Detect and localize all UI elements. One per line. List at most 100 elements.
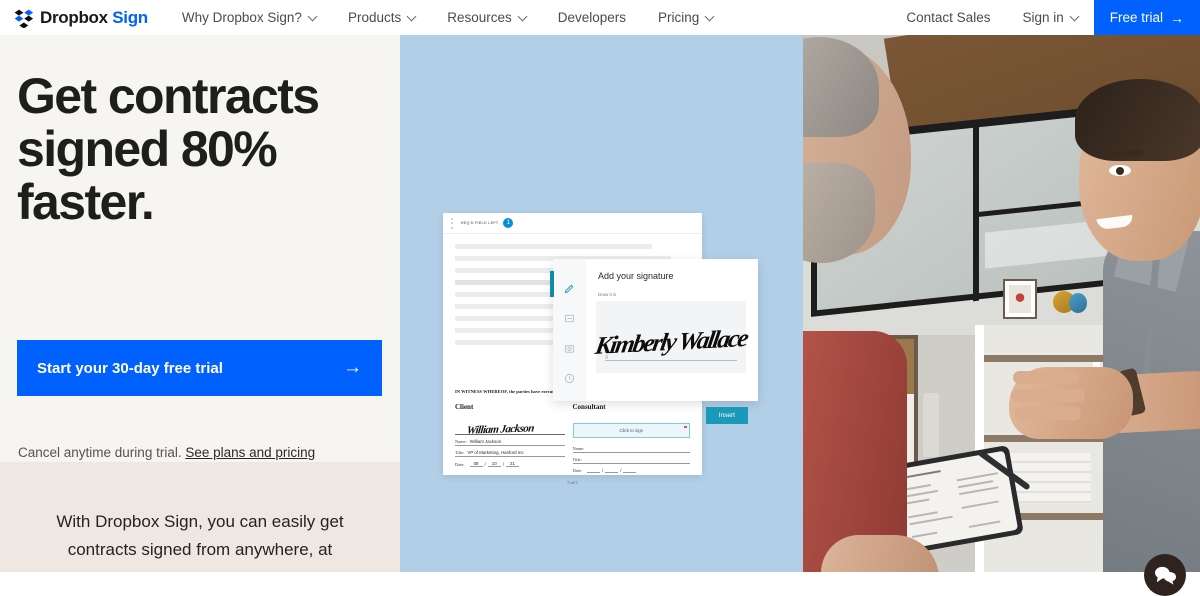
consultant-date-field[interactable]: Date: / / [573, 468, 691, 473]
contact-sales-link[interactable]: Contact Sales [890, 0, 1006, 35]
client-date-field: Date: 08 / 10 / 21 [455, 461, 565, 467]
brand-logo[interactable]: Dropbox Sign [14, 8, 148, 28]
cta-label: Start your 30-day free trial [37, 359, 223, 377]
nav-label: Pricing [658, 10, 700, 25]
text-line [455, 244, 653, 249]
field-label: Title: [572, 457, 582, 462]
nav-item-why-dropbox-sign[interactable]: Why Dropbox Sign? [166, 0, 332, 35]
signature-canvas-area: Add your signature Draw it in Kimberly W… [586, 259, 758, 424]
chevron-down-icon [307, 11, 318, 21]
date-day: 10 [487, 461, 501, 467]
date-month [587, 472, 601, 473]
chevron-down-icon [406, 11, 417, 21]
document-signature-section: IN WITNESS WHEREOF, the parties have exe… [443, 389, 702, 485]
client-signature-block: Client William Jackson Name: William Jac… [455, 403, 573, 473]
free-trial-button[interactable]: Free trial → [1093, 0, 1200, 35]
photo-person-right-pupil [1116, 167, 1124, 175]
drawn-signature: Kimberly Wallace [593, 325, 749, 360]
nav-item-pricing[interactable]: Pricing [642, 0, 729, 35]
click-to-sign-button[interactable]: Click to sign [572, 423, 690, 438]
consultant-title-field[interactable]: Title: [572, 457, 690, 464]
required-marker-icon [684, 425, 687, 429]
field-label: Date: [455, 462, 465, 467]
dropbox-logo-icon [14, 9, 34, 28]
page-title: Get contracts signed 80% faster. [17, 68, 320, 230]
client-title-field: Title: VP of Marketing, Hanford Inc [455, 450, 565, 457]
clock-icon[interactable] [553, 363, 586, 393]
brand-primary: Dropbox [40, 7, 108, 27]
drag-handle-icon [451, 217, 454, 229]
hero-photo [803, 35, 1200, 572]
chevron-down-icon [517, 11, 528, 21]
consultant-signature-block: Consultant Click to sign Name: Title: Da… [572, 403, 691, 473]
disclaimer-text: Cancel anytime during trial. [18, 445, 186, 460]
primary-nav-links: Why Dropbox Sign? Products Resources Dev… [166, 0, 729, 35]
chevron-down-icon [704, 11, 715, 21]
nav-item-developers[interactable]: Developers [542, 0, 642, 35]
free-trial-label: Free trial [1109, 10, 1163, 25]
start-free-trial-button[interactable]: Start your 30-day free trial → [17, 340, 382, 396]
photo-decor-vase [1069, 293, 1087, 313]
arrow-right-icon: → [1170, 9, 1184, 26]
date-year [623, 472, 637, 473]
sign-in-label: Sign in [1022, 10, 1064, 25]
field-label: Name: [455, 439, 467, 444]
signature-draw-pad[interactable]: Kimberly Wallace X [593, 301, 749, 373]
contact-sales-label: Contact Sales [906, 10, 991, 25]
field-label: Name: [572, 446, 585, 451]
nav-label: Why Dropbox Sign? [181, 10, 302, 25]
consultant-name-field[interactable]: Name: [572, 446, 690, 453]
active-tool-indicator [550, 271, 554, 297]
page-number: 5 of 5 [567, 480, 578, 485]
add-signature-modal: Add your signature Draw it in Kimberly W… [550, 259, 758, 424]
modal-title: Add your signature [598, 271, 674, 281]
date-year: 21 [505, 461, 519, 467]
click-to-sign-label: Click to sign [619, 428, 644, 433]
photo-person-right-hand [1009, 367, 1133, 439]
see-plans-and-pricing-link[interactable]: See plans and pricing [185, 445, 315, 460]
signature-baseline [605, 360, 737, 361]
field-value: William Jackson [469, 439, 502, 444]
brand-accent: Sign [112, 7, 148, 27]
insert-label: Insert [718, 412, 735, 419]
nav-item-resources[interactable]: Resources [431, 0, 542, 35]
chevron-down-icon [1069, 11, 1080, 21]
client-name-field: Name: William Jackson [455, 439, 565, 446]
required-field-count-badge: 1 [503, 218, 514, 228]
hero-left-panel: Get contracts signed 80% faster. Start y… [0, 35, 400, 572]
brand-wordmark: Dropbox Sign [40, 8, 148, 28]
secondary-nav: Contact Sales Sign in Free trial → [890, 0, 1200, 35]
value-prop-text: With Dropbox Sign, you can easily get co… [56, 512, 344, 559]
arrow-right-icon: → [343, 357, 362, 378]
top-navigation-bar: Dropbox Sign Why Dropbox Sign? Products … [0, 0, 1200, 35]
nav-label: Products [347, 10, 402, 25]
chat-widget-button[interactable] [1144, 554, 1186, 596]
photo-framed-art [1009, 285, 1031, 313]
sign-in-menu[interactable]: Sign in [1006, 0, 1093, 35]
type-icon[interactable] [553, 303, 586, 333]
field-value: VP of Marketing, Hanford Inc [467, 450, 524, 455]
insert-signature-button[interactable]: Insert [705, 407, 748, 424]
trial-disclaimer: Cancel anytime during trial. See plans a… [18, 445, 315, 460]
required-field-label: REQ'D FIELD LEFT [461, 221, 499, 225]
consultant-party-label: Consultant [572, 403, 606, 411]
client-party-label: Client [455, 403, 474, 411]
date-day [605, 472, 619, 473]
hero-middle-panel: REQ'D FIELD LEFT 1 IN WITNESS WHEREOF, t… [400, 35, 803, 572]
nav-label: Developers [557, 10, 627, 25]
chat-bubbles-icon [1155, 566, 1176, 585]
photo-person-left-hair [803, 37, 879, 137]
photo-bottle [923, 393, 939, 457]
field-label: Date: [572, 468, 583, 473]
date-month: 08 [469, 461, 483, 467]
nav-label: Resources [447, 10, 512, 25]
field-label: Title: [455, 450, 465, 455]
document-toolbar: REQ'D FIELD LEFT 1 [443, 213, 702, 234]
hero-copy: Get contracts signed 80% faster. [17, 70, 387, 229]
modal-subtitle: Draw it in [598, 292, 617, 297]
signature-x-marker: X [605, 355, 609, 361]
upload-icon[interactable] [553, 333, 586, 363]
signature-tool-rail [550, 259, 586, 401]
nav-item-products[interactable]: Products [332, 0, 431, 35]
pen-icon[interactable] [553, 273, 586, 303]
